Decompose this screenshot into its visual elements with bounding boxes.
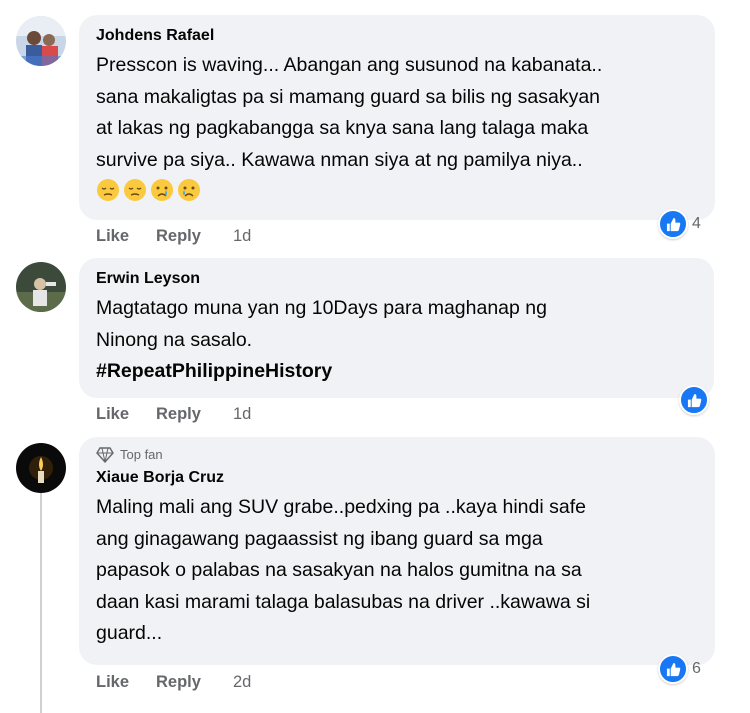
sad-face-icon xyxy=(178,179,200,201)
reply-button[interactable]: Reply xyxy=(156,405,233,424)
comment-text-line: Maling mali ang SUV grabe..pedxing pa ..… xyxy=(96,496,586,518)
avatar[interactable] xyxy=(16,262,66,312)
comment-text-line: Magtatago muna yan ng 10Days para maghan… xyxy=(96,297,547,319)
comment-bubble: Johdens Rafael Presscon is waving... Aba… xyxy=(79,15,715,220)
comment-text-line: guard... xyxy=(96,622,163,644)
comment-text-line: at lakas ng pagkabangga sa knya sana lan… xyxy=(96,117,589,139)
comment-text-line: daan kasi marami talaga balasubas na dri… xyxy=(96,590,591,613)
crying-face-icon xyxy=(151,179,173,201)
comment-actions: Like Reply 1d xyxy=(96,227,251,246)
comment-text-line: survive pa siya.. Kawawa nman siya at ng… xyxy=(96,148,583,171)
diamond-icon xyxy=(96,447,114,463)
comment-bubble: Top fan Xiaue Borja Cruz Maling mali ang… xyxy=(79,437,715,665)
comments-section: Johdens Rafael Presscon is waving... Aba… xyxy=(0,0,750,713)
reaction-summary[interactable] xyxy=(679,385,709,415)
reaction-count: 6 xyxy=(692,660,701,677)
comment-actions: Like Reply 2d xyxy=(96,673,251,692)
comment-timestamp[interactable]: 2d xyxy=(233,673,251,692)
comment-text-line: sana makaligtas pa si mamang guard sa bi… xyxy=(96,85,601,108)
comment-text-line: Ninong na sasalo. xyxy=(96,328,253,351)
candle-avatar-icon xyxy=(16,443,66,493)
avatar-photo-icon xyxy=(16,262,66,312)
comment-author[interactable]: Erwin Leyson xyxy=(96,269,698,289)
comment-author[interactable]: Johdens Rafael xyxy=(96,26,699,46)
hashtag-link[interactable]: #RepeatPhilippineHistory xyxy=(96,356,698,388)
comment-timestamp[interactable]: 1d xyxy=(233,405,251,424)
comment-actions: Like Reply 1d xyxy=(96,405,251,424)
reaction-summary[interactable]: 6 xyxy=(658,654,701,684)
like-reaction-icon xyxy=(658,209,688,239)
comment-bubble: Erwin Leyson Magtatago muna yan ng 10Day… xyxy=(79,258,714,398)
comment-author[interactable]: Xiaue Borja Cruz xyxy=(96,468,699,488)
avatar[interactable] xyxy=(16,443,66,493)
comment-text-line: papasok o palabas na sasakyan na halos g… xyxy=(96,559,582,581)
top-fan-badge[interactable]: Top fan xyxy=(96,446,699,464)
like-button[interactable]: Like xyxy=(96,673,156,692)
like-button[interactable]: Like xyxy=(96,227,156,246)
reaction-count: 4 xyxy=(692,215,701,232)
emoji-row xyxy=(96,178,699,202)
avatar[interactable] xyxy=(16,16,66,66)
avatar-photo-icon xyxy=(16,16,66,66)
comment-text-line: ang ginagawang pagaassist ng ibang guard… xyxy=(96,527,543,550)
pensive-face-icon xyxy=(97,179,119,201)
thread-line xyxy=(40,493,42,713)
like-reaction-icon xyxy=(679,385,709,415)
badge-label: Top fan xyxy=(120,447,163,462)
reply-button[interactable]: Reply xyxy=(156,227,233,246)
reply-button[interactable]: Reply xyxy=(156,673,233,692)
comment-timestamp[interactable]: 1d xyxy=(233,227,251,246)
pensive-face-icon xyxy=(124,179,146,201)
reaction-summary[interactable]: 4 xyxy=(658,209,701,239)
like-button[interactable]: Like xyxy=(96,405,156,424)
like-reaction-icon xyxy=(658,654,688,684)
comment-text-line: Presscon is waving... Abangan ang susuno… xyxy=(96,54,603,76)
